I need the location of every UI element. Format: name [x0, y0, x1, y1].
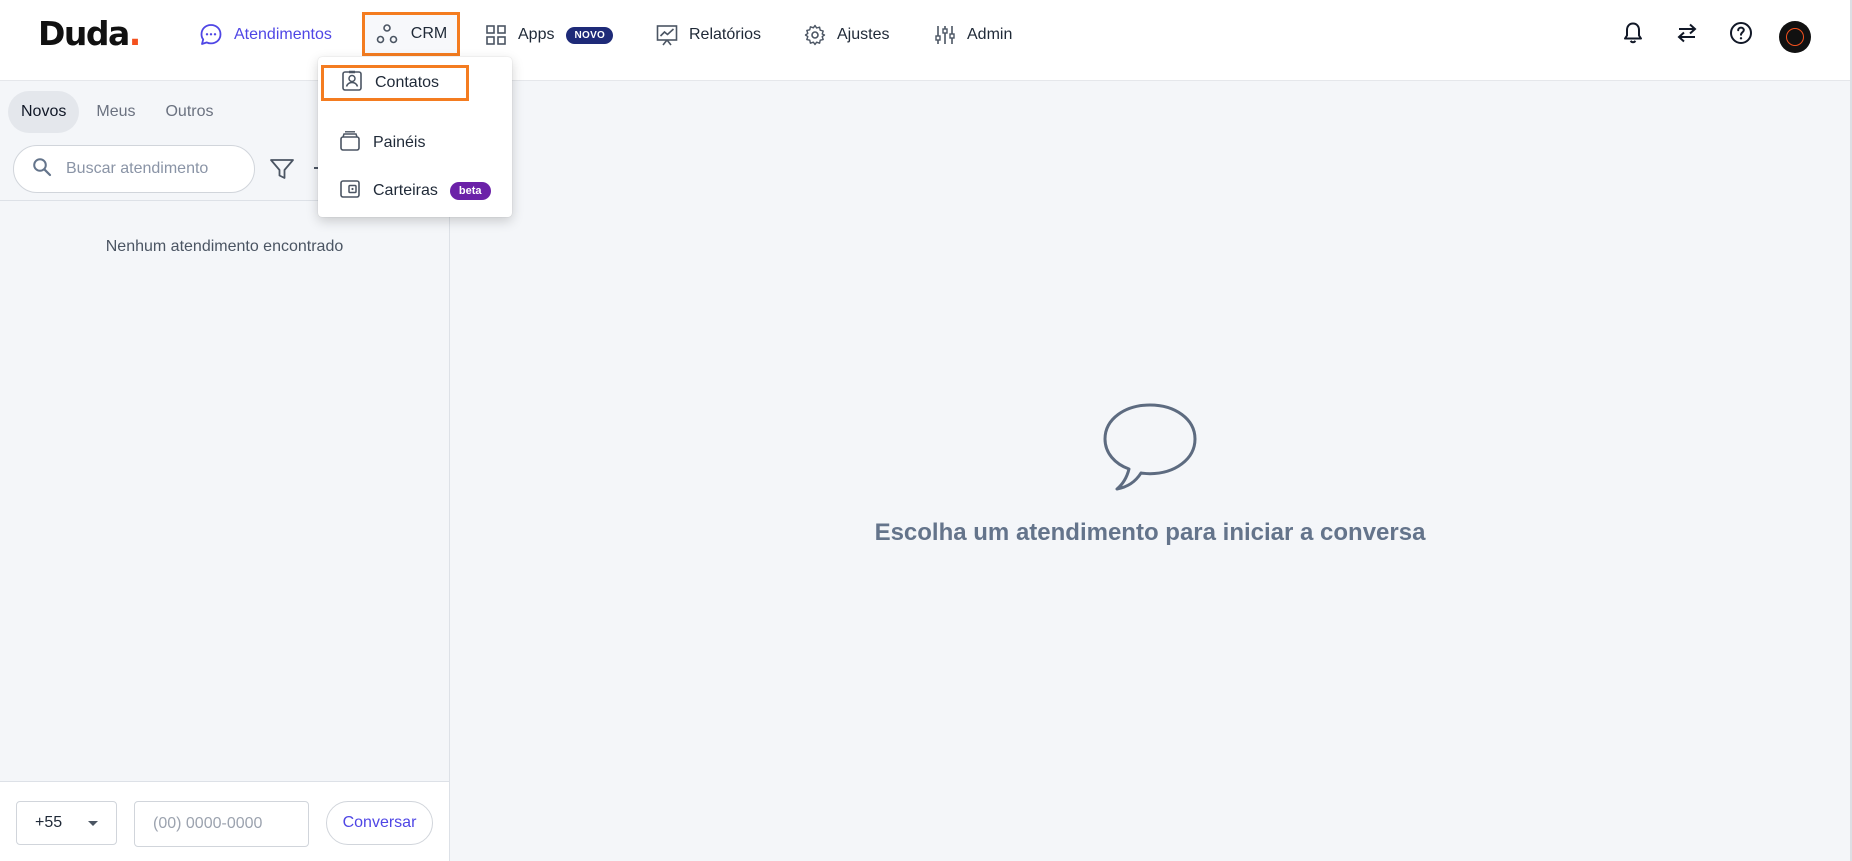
country-code-value: +55 — [35, 814, 63, 831]
nav-admin-label: Admin — [967, 26, 1013, 43]
conversation-area: Escolha um atendimento para iniciar a co… — [450, 81, 1850, 861]
nav-ajustes[interactable]: Ajustes — [803, 14, 889, 56]
empty-state-message: Escolha um atendimento para iniciar a co… — [874, 519, 1426, 546]
nav-admin[interactable]: Admin — [933, 14, 1012, 56]
crm-dropdown-menu: Contatos Painéis Carteiras beta — [318, 57, 512, 217]
notifications-button[interactable] — [1618, 20, 1648, 50]
gear-icon — [803, 23, 827, 47]
bell-icon — [1622, 21, 1644, 50]
nav-atendimentos-label: Atendimentos — [234, 26, 332, 43]
nav-relatorios-label: Relatórios — [689, 26, 762, 43]
filter-icon — [268, 159, 296, 187]
nav-atendimentos[interactable]: Atendimentos — [198, 14, 332, 56]
speech-bubble-icon — [1095, 401, 1205, 498]
tab-outros[interactable]: Outros — [152, 91, 226, 133]
avatar-logo-mark — [1786, 28, 1804, 46]
sliders-icon — [933, 23, 957, 47]
menu-item-carteiras[interactable]: Carteiras beta — [318, 171, 512, 211]
chart-board-icon — [655, 23, 679, 47]
conversation-tabs: Novos Meus Outros — [8, 91, 227, 133]
nav-crm-label: CRM — [410, 25, 448, 42]
app-window: Duda. Atendimentos CRM Apps NOVO Relatór… — [0, 0, 1850, 861]
phone-input[interactable] — [134, 801, 309, 847]
search-input[interactable] — [64, 159, 248, 179]
stack-icon — [339, 130, 361, 157]
menu-item-paineis[interactable]: Painéis — [318, 123, 512, 163]
contact-card-icon — [341, 70, 363, 97]
empty-conversations-text: Nenhum atendimento encontrado — [105, 238, 344, 255]
swap-arrows-icon — [1675, 21, 1699, 50]
filter-button[interactable] — [268, 155, 296, 188]
nav-apps[interactable]: Apps NOVO — [484, 14, 614, 56]
nav-apps-label: Apps — [518, 26, 555, 43]
logo[interactable]: Duda. — [38, 14, 142, 54]
search-field[interactable] — [13, 145, 255, 193]
search-icon — [32, 157, 52, 182]
conversar-button[interactable]: Conversar — [326, 801, 433, 845]
logo-text: Duda — [38, 14, 130, 53]
novo-badge: NOVO — [566, 26, 614, 44]
help-button[interactable] — [1726, 20, 1756, 50]
menu-item-contatos[interactable]: Contatos — [321, 65, 469, 101]
menu-item-paineis-label: Painéis — [373, 134, 426, 151]
tab-novos[interactable]: Novos — [8, 91, 80, 133]
viewport: Duda. Atendimentos CRM Apps NOVO Relatór… — [0, 0, 1852, 861]
grid-icon — [484, 23, 508, 47]
help-icon — [1729, 21, 1753, 50]
chat-bubble-icon — [198, 22, 224, 48]
nav-crm[interactable]: CRM — [362, 12, 460, 56]
chevron-down-icon — [88, 821, 98, 826]
nav-ajustes-label: Ajustes — [837, 26, 890, 43]
country-code-select[interactable]: +55 — [16, 801, 117, 845]
avatar[interactable] — [1779, 21, 1811, 53]
beta-badge: beta — [449, 182, 491, 200]
crm-nodes-icon — [375, 22, 399, 46]
wallet-icon — [339, 178, 361, 205]
menu-item-contatos-label: Contatos — [375, 74, 440, 91]
quick-chat-bar: +55 Conversar — [0, 781, 449, 861]
tab-meus[interactable]: Meus — [83, 91, 148, 133]
nav-relatorios[interactable]: Relatórios — [655, 14, 761, 56]
menu-item-carteiras-label: Carteiras — [373, 182, 438, 199]
top-navigation-bar: Duda. Atendimentos CRM Apps NOVO Relatór… — [0, 0, 1850, 81]
switch-account-button[interactable] — [1672, 20, 1702, 50]
logo-dot: . — [128, 14, 142, 53]
